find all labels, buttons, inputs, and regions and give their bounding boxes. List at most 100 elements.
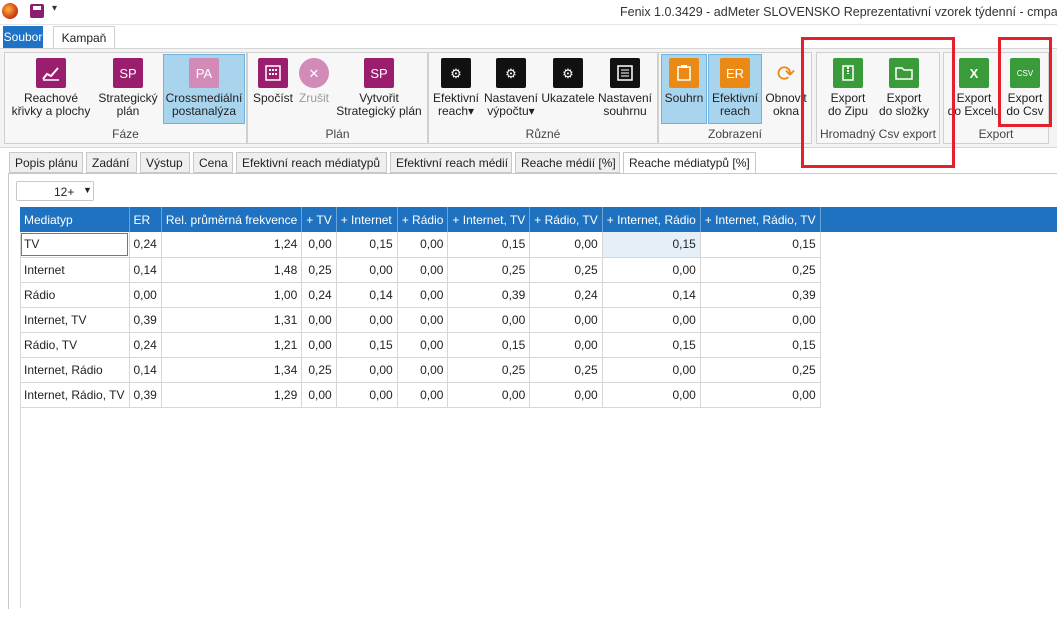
table-cell[interactable]: 0,25 xyxy=(447,257,531,283)
table-cell[interactable]: 0,39 xyxy=(700,282,821,308)
indicators-button[interactable]: ⚙ Ukazatele xyxy=(541,56,595,105)
table-cell[interactable]: 0,24 xyxy=(129,332,162,358)
table-cell[interactable]: 0,14 xyxy=(602,282,701,308)
table-cell[interactable]: 0,14 xyxy=(129,257,162,283)
save-icon[interactable] xyxy=(30,4,44,18)
table-cell[interactable]: 0,15 xyxy=(700,232,821,258)
table-cell[interactable]: 0,25 xyxy=(529,357,603,383)
doc-tab-vystup[interactable]: Výstup xyxy=(140,152,190,173)
tab-soubor[interactable]: Soubor xyxy=(3,26,43,48)
table-cell[interactable]: 0,00 xyxy=(447,382,531,408)
age-filter-select[interactable]: 12+ ▼ xyxy=(16,181,94,201)
table-cell[interactable]: 0,00 xyxy=(529,332,603,358)
table-cell[interactable]: 0,24 xyxy=(129,232,162,258)
table-cell[interactable]: 1,31 xyxy=(161,307,303,333)
doc-tab-reache-mediatypu[interactable]: Reache médiatypů [%] xyxy=(623,152,756,175)
table-cell[interactable]: 0,00 xyxy=(336,257,398,283)
create-strategic-plan-button[interactable]: SP Vytvořit Strategický plán xyxy=(334,56,424,118)
table-cell[interactable]: 0,14 xyxy=(336,282,398,308)
table-cell[interactable]: 0,00 xyxy=(397,232,449,258)
table-cell[interactable]: 1,00 xyxy=(161,282,303,308)
col-header-radio[interactable]: + Rádio xyxy=(397,207,449,232)
calculate-button[interactable]: Spočíst xyxy=(250,56,296,105)
col-header-internet[interactable]: + Internet xyxy=(336,207,398,232)
summary-view-button[interactable]: Souhrn xyxy=(661,54,707,124)
table-cell[interactable]: 0,00 xyxy=(602,307,701,333)
table-cell[interactable]: 1,34 xyxy=(161,357,303,383)
quick-access-dropdown-icon[interactable]: ▾ xyxy=(52,3,57,14)
table-cell[interactable]: 0,00 xyxy=(301,382,337,408)
table-cell[interactable]: 0,00 xyxy=(397,357,449,383)
table-cell[interactable]: Internet, TV xyxy=(20,307,130,333)
table-cell[interactable]: 0,15 xyxy=(602,332,701,358)
table-cell[interactable]: 0,00 xyxy=(397,332,449,358)
doc-tab-cena[interactable]: Cena xyxy=(193,152,233,173)
table-cell[interactable]: 0,00 xyxy=(529,307,603,333)
app-logo-icon[interactable] xyxy=(2,3,18,19)
col-header-internet-tv[interactable]: + Internet, TV xyxy=(447,207,531,232)
table-cell[interactable]: 0,15 xyxy=(700,332,821,358)
table-cell[interactable]: 0,00 xyxy=(397,307,449,333)
table-cell[interactable]: 0,00 xyxy=(336,382,398,408)
table-cell[interactable]: Internet, Rádio xyxy=(20,357,130,383)
table-cell[interactable]: 0,25 xyxy=(301,257,337,283)
table-cell[interactable]: 0,00 xyxy=(447,307,531,333)
table-cell[interactable]: 0,39 xyxy=(129,307,162,333)
table-cell[interactable]: 0,15 xyxy=(336,332,398,358)
table-cell[interactable]: 0,25 xyxy=(700,357,821,383)
table-cell[interactable]: 0,00 xyxy=(301,332,337,358)
col-header-tv[interactable]: + TV xyxy=(301,207,337,232)
tab-kampan[interactable]: Kampaň xyxy=(53,26,115,49)
table-cell[interactable]: 0,25 xyxy=(529,257,603,283)
table-cell[interactable]: 1,21 xyxy=(161,332,303,358)
table-cell[interactable]: TV xyxy=(20,232,130,258)
doc-tab-reache-medii[interactable]: Reache médií [%] xyxy=(515,152,620,173)
table-cell[interactable]: 0,00 xyxy=(529,382,603,408)
table-cell[interactable]: 0,15 xyxy=(447,332,531,358)
table-cell[interactable]: Rádio, TV xyxy=(20,332,130,358)
table-cell[interactable]: 0,25 xyxy=(447,357,531,383)
doc-tab-ef-reach-medii[interactable]: Efektivní reach médií xyxy=(390,152,512,173)
table-cell[interactable]: 0,00 xyxy=(397,282,449,308)
effective-reach-view-button[interactable]: ER Efektivní reach xyxy=(708,54,762,124)
table-cell[interactable]: 0,00 xyxy=(336,307,398,333)
table-cell[interactable]: 0,00 xyxy=(336,357,398,383)
col-header-radio-tv[interactable]: + Rádio, TV xyxy=(529,207,603,232)
table-cell[interactable]: 0,15 xyxy=(602,232,701,258)
doc-tab-popis-planu[interactable]: Popis plánu xyxy=(9,152,83,173)
table-cell[interactable]: 0,00 xyxy=(301,232,337,258)
table-cell[interactable]: 0,39 xyxy=(129,382,162,408)
table-cell[interactable]: 0,00 xyxy=(397,382,449,408)
table-cell[interactable]: 0,00 xyxy=(602,257,701,283)
table-cell[interactable]: 0,00 xyxy=(301,307,337,333)
table-cell[interactable]: 1,24 xyxy=(161,232,303,258)
table-cell[interactable]: 0,25 xyxy=(301,357,337,383)
table-cell[interactable]: 0,39 xyxy=(447,282,531,308)
table-cell[interactable]: Internet, Rádio, TV xyxy=(20,382,130,408)
table-cell[interactable]: 1,29 xyxy=(161,382,303,408)
table-cell[interactable]: 0,00 xyxy=(397,257,449,283)
table-cell[interactable]: 0,00 xyxy=(602,357,701,383)
table-cell[interactable]: 1,48 xyxy=(161,257,303,283)
table-cell[interactable]: 0,24 xyxy=(301,282,337,308)
col-header-er[interactable]: ER xyxy=(129,207,162,232)
table-cell[interactable]: 0,00 xyxy=(129,282,162,308)
table-cell[interactable]: Internet xyxy=(20,257,130,283)
table-cell[interactable]: 0,00 xyxy=(602,382,701,408)
table-cell[interactable]: 0,14 xyxy=(129,357,162,383)
col-header-internet-radio[interactable]: + Internet, Rádio xyxy=(602,207,701,232)
calculation-settings-button[interactable]: ⚙ Nastavení výpočtu▾ xyxy=(483,56,539,118)
reach-curves-button[interactable]: Reachové křivky a plochy xyxy=(8,56,94,118)
col-header-mediatyp[interactable]: Mediatyp xyxy=(20,207,130,232)
table-cell[interactable]: 0,25 xyxy=(700,257,821,283)
strategic-plan-button[interactable]: SP Strategický plán xyxy=(96,56,160,118)
table-cell[interactable]: 0,00 xyxy=(700,307,821,333)
table-cell[interactable]: 0,24 xyxy=(529,282,603,308)
col-header-rel-freq[interactable]: Rel. průměrná frekvence xyxy=(161,207,303,232)
table-cell[interactable]: 0,15 xyxy=(447,232,531,258)
summary-settings-button[interactable]: Nastavení souhrnu xyxy=(597,56,653,118)
doc-tab-zadani[interactable]: Zadání xyxy=(86,152,137,173)
doc-tab-ef-reach-mediatypu[interactable]: Efektivní reach médiatypů xyxy=(236,152,387,173)
table-cell[interactable]: 0,00 xyxy=(529,232,603,258)
table-cell[interactable]: 0,00 xyxy=(700,382,821,408)
